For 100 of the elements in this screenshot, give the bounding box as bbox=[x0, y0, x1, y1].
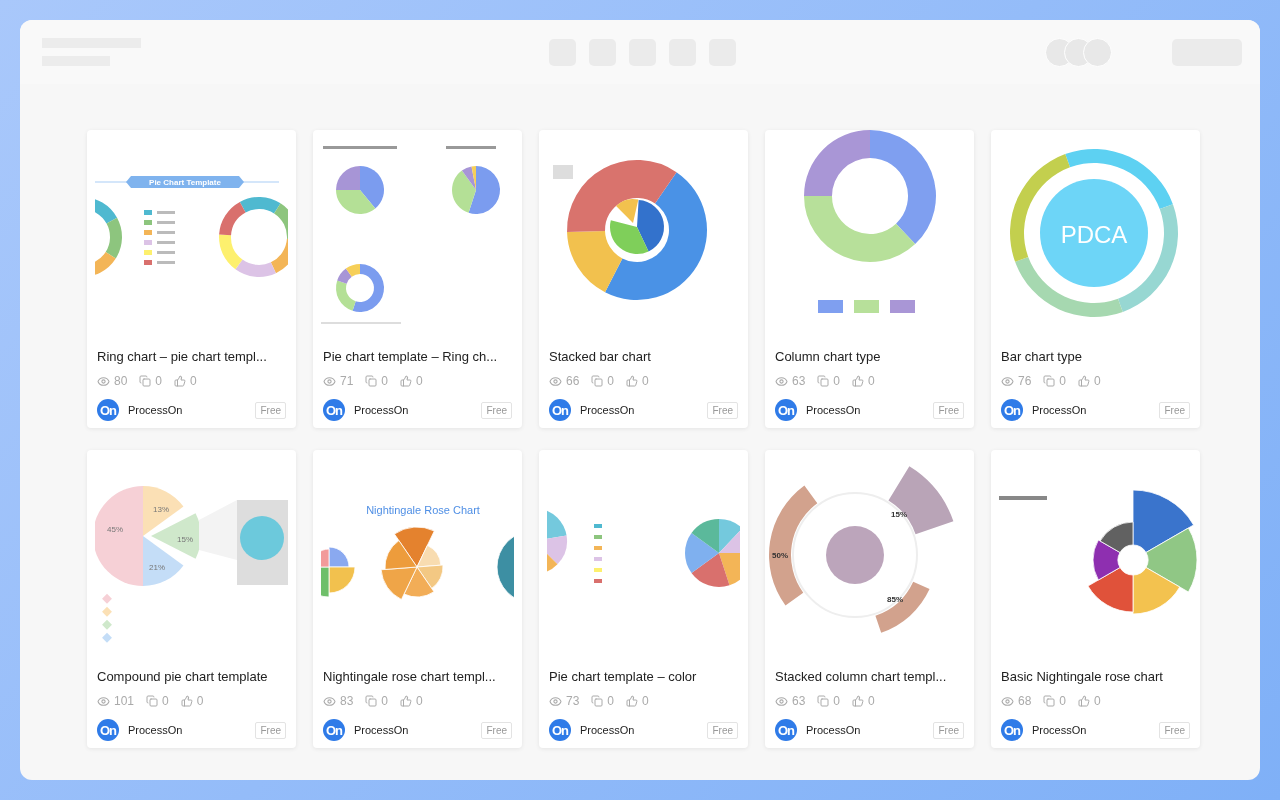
copy-icon bbox=[1043, 375, 1056, 387]
legend-swatch bbox=[102, 632, 112, 643]
legend-swatch bbox=[144, 240, 152, 245]
author-logo: On bbox=[1001, 399, 1023, 421]
template-card[interactable]: Basic Nightingale rose chart 68 0 0 On ProcessOn Free bbox=[991, 450, 1200, 748]
copy-icon bbox=[1043, 695, 1056, 707]
legend-swatch bbox=[594, 557, 602, 561]
thumbs-up-icon bbox=[626, 695, 639, 707]
price-tag: Free bbox=[707, 401, 738, 419]
copy-count: 0 bbox=[381, 694, 389, 708]
author-name: ProcessOn bbox=[354, 724, 410, 736]
eye-icon bbox=[775, 694, 788, 708]
eye-icon bbox=[97, 374, 110, 388]
author-name: ProcessOn bbox=[806, 404, 862, 416]
eye-icon bbox=[97, 694, 110, 708]
price-tag: Free bbox=[481, 401, 512, 419]
template-card[interactable]: Stacked bar chart 66 0 0 On ProcessOn Free bbox=[539, 130, 748, 428]
legend-swatch bbox=[144, 250, 152, 255]
price-tag: Free bbox=[933, 401, 964, 419]
legend-swatch bbox=[818, 300, 843, 313]
chart-label: Nightingale Rose Chart bbox=[366, 504, 480, 516]
template-card[interactable]: Pie chart template – color 73 0 0 On ProcessOn Free bbox=[539, 450, 748, 748]
copy-count: 0 bbox=[1059, 694, 1067, 708]
card-title: Pie chart template – Ring ch... bbox=[322, 348, 499, 364]
author-logo: On bbox=[97, 399, 119, 421]
template-card[interactable]: Pie Chart Template Ring chart – pie chart templ... 80 0 0 On ProcessOn Free bbox=[87, 130, 296, 428]
eye-icon bbox=[323, 694, 336, 708]
like-count: 0 bbox=[196, 694, 204, 708]
price-tag: Free bbox=[255, 401, 286, 419]
rose-petal bbox=[1145, 527, 1198, 593]
rose-petal bbox=[403, 566, 435, 598]
card-title: Pie chart template – color bbox=[548, 668, 698, 684]
thumbs-up-icon bbox=[1078, 695, 1091, 707]
author-logo: On bbox=[1001, 719, 1023, 741]
template-card[interactable]: 45% 13% 15% 21% Compound pie chart template 101 0 0 On ProcessOn Free bbox=[87, 450, 296, 748]
view-count: 83 bbox=[340, 694, 354, 708]
author-logo: On bbox=[323, 399, 345, 421]
legend-swatch bbox=[102, 606, 112, 617]
copy-icon bbox=[591, 375, 604, 387]
author-name: ProcessOn bbox=[128, 404, 184, 416]
view-count: 68 bbox=[1018, 694, 1032, 708]
like-count: 0 bbox=[416, 694, 423, 708]
legend-line bbox=[157, 221, 175, 224]
legend-swatch bbox=[102, 619, 112, 630]
thumbs-up-icon bbox=[852, 375, 865, 387]
chart-label: 50% bbox=[772, 551, 788, 560]
view-count: 63 bbox=[792, 374, 806, 388]
author-name: ProcessOn bbox=[806, 724, 862, 736]
pie-slice bbox=[240, 516, 284, 560]
author-logo: On bbox=[775, 399, 797, 421]
copy-icon bbox=[365, 695, 378, 707]
chart-label: 15% bbox=[891, 510, 907, 519]
legend-swatch bbox=[144, 260, 152, 265]
chart-label: 15% bbox=[177, 535, 193, 544]
eye-icon bbox=[1001, 374, 1014, 388]
legend-line bbox=[157, 231, 175, 234]
copy-icon bbox=[365, 375, 378, 387]
card-title: Ring chart – pie chart templ... bbox=[96, 348, 268, 364]
like-count: 0 bbox=[642, 374, 649, 388]
author-logo: On bbox=[323, 719, 345, 741]
eye-icon bbox=[549, 374, 562, 388]
template-card[interactable]: 15% 50% 85% Stacked column chart templ... 63 0 0 On ProcessOn Free bbox=[765, 450, 974, 748]
legend-swatch bbox=[102, 593, 112, 604]
copy-icon bbox=[817, 375, 830, 387]
copy-count: 0 bbox=[607, 694, 615, 708]
legend-swatch bbox=[594, 579, 602, 583]
legend-swatch bbox=[144, 210, 152, 215]
chart-label: Pie Chart Template bbox=[149, 178, 221, 187]
copy-icon bbox=[591, 695, 604, 707]
chart-label: 13% bbox=[153, 505, 169, 514]
heading-line bbox=[446, 146, 496, 149]
legend-line bbox=[157, 261, 175, 264]
view-count: 76 bbox=[1018, 374, 1032, 388]
like-count: 0 bbox=[1094, 374, 1101, 388]
price-tag: Free bbox=[933, 721, 964, 739]
legend-swatch bbox=[594, 535, 602, 539]
like-count: 0 bbox=[190, 374, 197, 388]
pie-slice bbox=[691, 519, 719, 553]
copy-count: 0 bbox=[1059, 374, 1067, 388]
thumbs-up-icon bbox=[174, 375, 187, 387]
view-count: 71 bbox=[340, 374, 354, 388]
copy-count: 0 bbox=[833, 374, 841, 388]
template-card[interactable]: Nightingale Rose Chart Nightingale rose chart templ... 83 0 0 On ProcessOn Free bbox=[313, 450, 522, 748]
rose-petal bbox=[1132, 567, 1181, 615]
connector-shape bbox=[199, 500, 237, 560]
eye-icon bbox=[1001, 694, 1014, 708]
template-card[interactable]: Column chart type 63 0 0 On ProcessOn Free bbox=[765, 130, 974, 428]
copy-icon bbox=[146, 695, 159, 707]
radial-bar bbox=[875, 581, 930, 633]
radial-bar bbox=[888, 466, 954, 535]
legend-swatch bbox=[594, 524, 602, 528]
price-tag: Free bbox=[1159, 401, 1190, 419]
card-title: Stacked bar chart bbox=[548, 348, 652, 364]
note-box bbox=[553, 165, 573, 179]
template-card[interactable]: PDCA Bar chart type 76 0 0 On ProcessOn Free bbox=[991, 130, 1200, 428]
copy-count: 0 bbox=[155, 374, 163, 388]
legend-swatch bbox=[854, 300, 879, 313]
author-logo: On bbox=[549, 719, 571, 741]
template-card[interactable]: Pie chart template – Ring ch... 71 0 0 On ProcessOn Free bbox=[313, 130, 522, 428]
author-name: ProcessOn bbox=[128, 724, 184, 736]
